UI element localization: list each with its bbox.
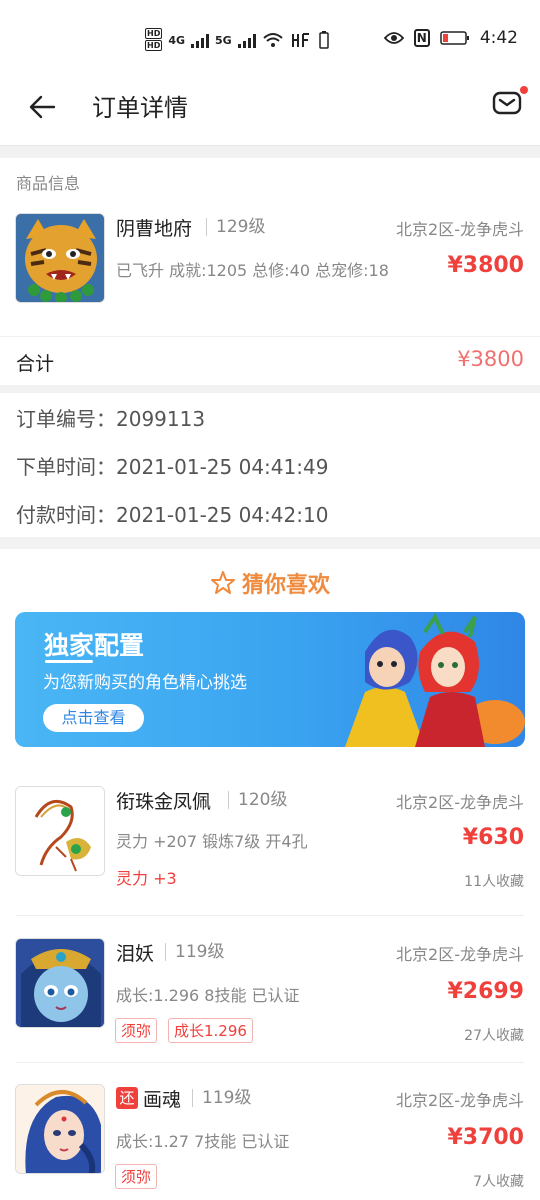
order-created-row: 下单时间：2021-01-25 04:41:49	[16, 451, 328, 480]
product-server: 北京2区-龙争虎斗	[396, 220, 524, 239]
eye-icon	[383, 32, 404, 44]
banner-subtitle: 为您新购买的角色精心挑选	[43, 673, 247, 693]
recommend-title: 猜你喜欢	[241, 573, 330, 598]
product-name: 阴曹地府	[116, 218, 193, 240]
rec-item-2-name: 泪妖	[116, 943, 155, 965]
rec-item-2-server: 北京2区-龙争虎斗	[396, 945, 524, 964]
total-label: 合计	[16, 353, 55, 375]
rec-item-1-price: ¥630	[462, 825, 524, 850]
rec-item-3-favorites: 7人收藏	[473, 1174, 524, 1190]
tear-demon-image	[16, 939, 104, 1027]
clock: 4:42	[479, 28, 518, 48]
rec-item-3-name: 画魂	[143, 1089, 182, 1111]
rec-item-3-level: 119级	[192, 1089, 251, 1107]
rec-item-1-name: 衔珠金凤佩	[116, 791, 212, 813]
order-paid-value: 2021-01-25 04:42:10	[116, 503, 329, 527]
tiger-character-image	[16, 214, 104, 302]
recommend-title-wrap: 猜你喜欢	[0, 567, 540, 599]
app-header: 订单详情	[0, 80, 540, 146]
promo-banner[interactable]: 独家配置 为您新购买的角色精心挑选 点击查看	[15, 612, 525, 747]
product-price: ¥3800	[447, 253, 524, 278]
star-icon	[210, 571, 235, 594]
rec-item-2-price: ¥2699	[447, 979, 524, 1004]
item-divider	[16, 1062, 524, 1063]
total-value: ¥3800	[457, 347, 524, 371]
order-info-section: 订单编号：2099113 下单时间：2021-01-25 04:41:49 付款…	[0, 393, 540, 537]
rec-item-3-server: 北京2区-龙争虎斗	[396, 1091, 524, 1110]
painted-soul-image	[16, 1085, 104, 1173]
rec-item-1-desc: 灵力 +207 锻炼7级 开4孔	[116, 832, 308, 851]
item-divider	[16, 915, 524, 916]
rec-item-1-server: 北京2区-龙争虎斗	[396, 793, 524, 812]
total-row: 合计 ¥3800	[0, 337, 540, 385]
page-title: 订单详情	[92, 94, 188, 122]
rec-item-3-price: ¥3700	[447, 1125, 524, 1150]
rec-item-3-thumbnail[interactable]	[15, 1084, 105, 1174]
rec-item-2-thumbnail[interactable]	[15, 938, 105, 1028]
notification-dot	[520, 86, 528, 94]
order-number-label: 订单编号：	[16, 407, 116, 431]
banner-characters-image	[345, 612, 525, 747]
product-level: 129级	[206, 218, 265, 236]
battery-icon	[440, 31, 469, 45]
product-desc: 已飞升 成就:1205 总修:40 总宠修:18	[116, 261, 389, 280]
order-paid-label: 付款时间：	[16, 503, 116, 527]
hearing-icon	[291, 33, 309, 47]
recommend-section: 猜你喜欢 独家配置 为您新购买的角色精心挑选 点击查看 衔珠金凤佩 120级 北…	[0, 549, 540, 1200]
banner-title: 独家配置	[44, 631, 145, 660]
banner-view-button[interactable]: 点击查看	[43, 704, 144, 732]
status-left: HD HD 4G 5G	[145, 26, 330, 54]
return-badge: 还	[116, 1087, 138, 1109]
order-number-row: 订单编号：2099113	[16, 403, 205, 432]
order-created-label: 下单时间：	[16, 455, 116, 479]
nfc-icon: N	[413, 29, 430, 47]
rec-item-2-favorites: 27人收藏	[464, 1028, 524, 1044]
product-thumbnail[interactable]	[15, 213, 105, 303]
order-paid-row: 付款时间：2021-01-25 04:42:10	[16, 499, 328, 528]
rec-item-2-desc: 成长:1.296 8技能 已认证	[116, 986, 300, 1005]
rec-item-3-desc: 成长:1.27 7技能 已认证	[116, 1132, 290, 1151]
wifi-icon	[263, 33, 283, 47]
small-battery-icon	[318, 31, 329, 49]
status-bar: HD HD 4G 5G N 4:42	[0, 0, 540, 80]
network-4g-label: 4G	[168, 33, 186, 47]
product-section: 商品信息 阴曹地府 129级 北京2区-龙争虎斗 已飞升 成就:1205 总修:…	[0, 158, 540, 336]
status-right: N 4:42	[383, 28, 518, 48]
rec-item-1-extra: 灵力 +3	[116, 869, 177, 888]
rec-item-2-level: 119级	[165, 943, 224, 961]
rec-item-1-level: 120级	[228, 791, 287, 809]
message-icon[interactable]	[492, 90, 522, 116]
pendant-image	[16, 787, 104, 875]
rec-item-2-tag-1: 须弥	[115, 1018, 158, 1043]
order-created-value: 2021-01-25 04:41:49	[116, 455, 329, 479]
section-label: 商品信息	[16, 174, 81, 193]
order-number-value: 2099113	[116, 407, 206, 431]
rec-item-3-tag-1: 须弥	[115, 1164, 158, 1189]
rec-item-1-thumbnail[interactable]	[15, 786, 105, 876]
hd-indicator: HD HD	[145, 28, 163, 51]
signal-icon	[191, 32, 210, 48]
network-5g-label: 5G	[215, 33, 232, 47]
back-arrow-icon[interactable]	[26, 90, 60, 124]
rec-item-1-favorites: 11人收藏	[464, 874, 524, 890]
rec-item-2-tag-2: 成长1.296	[168, 1018, 253, 1043]
signal-icon-2	[237, 32, 256, 48]
banner-underline	[45, 660, 93, 663]
